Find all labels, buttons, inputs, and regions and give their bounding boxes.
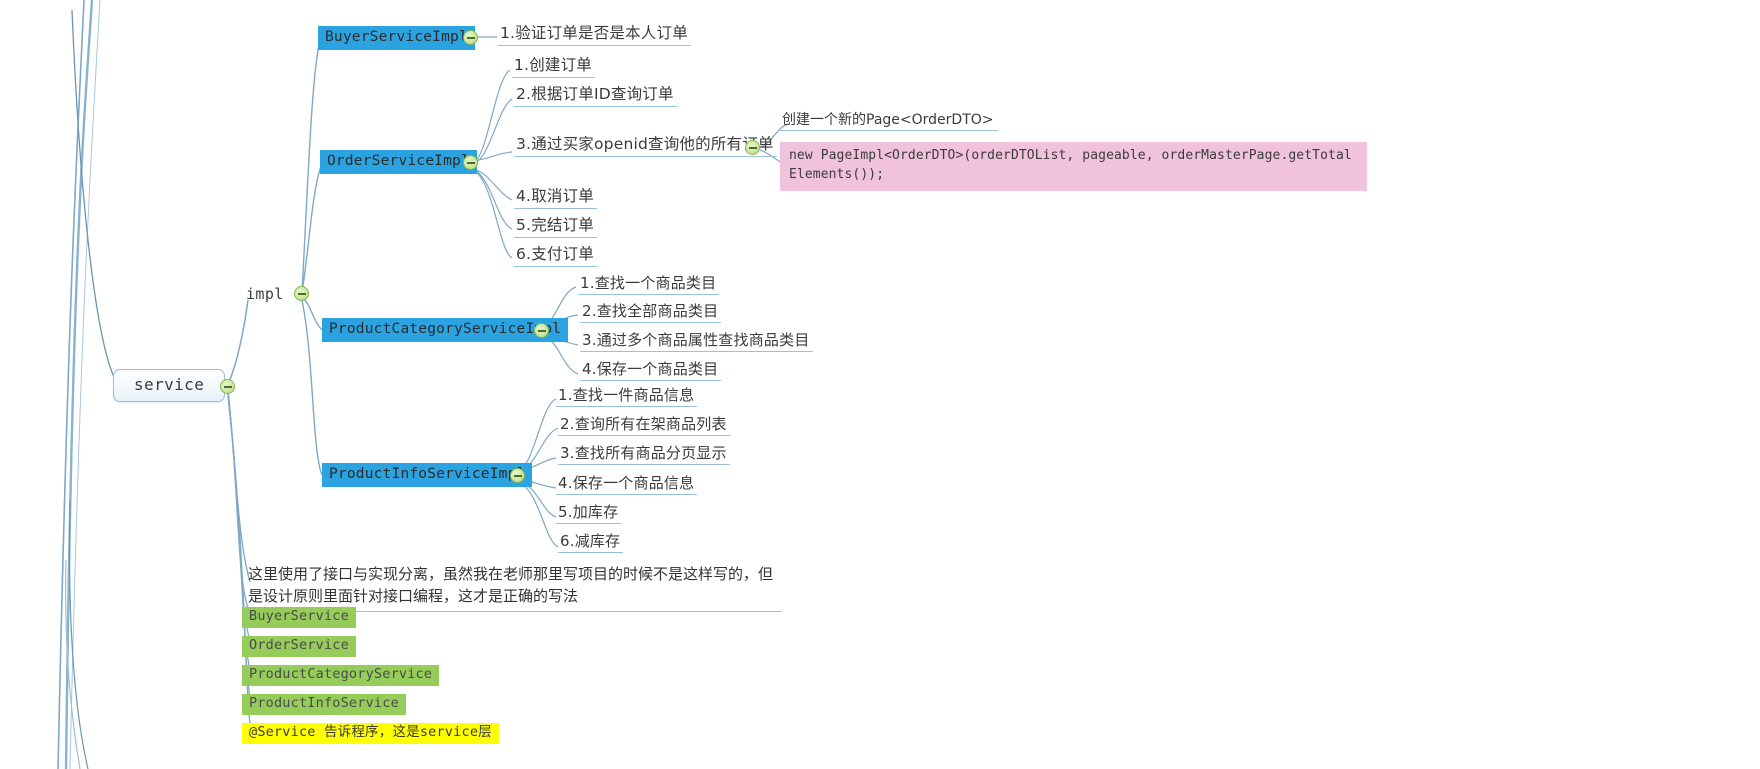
leaf-node-label: 5.完结订单 bbox=[516, 216, 594, 234]
collapse-toggle-orderserviceimpl[interactable] bbox=[463, 155, 478, 170]
interface-node-label: ProductInfoService bbox=[249, 695, 399, 711]
code-note-text: new PageImpl<OrderDTO>(orderDTOList, pag… bbox=[789, 148, 1352, 182]
leaf-node[interactable]: 5.完结订单 bbox=[514, 216, 597, 238]
annotation-node-service[interactable]: @Service 告诉程序，这是service层 bbox=[242, 723, 499, 744]
annotation-node-label: @Service 告诉程序，这是service层 bbox=[249, 724, 492, 740]
interface-node-productcategoryservice[interactable]: ProductCategoryService bbox=[242, 665, 440, 686]
leaf-node-label: 2.根据订单ID查询订单 bbox=[516, 85, 674, 103]
design-note-text: 这里使用了接口与实现分离，虽然我在老师那里写项目的时候不是这样写的，但是设计原则… bbox=[248, 565, 774, 605]
leaf-node-label: 4.保存一个商品信息 bbox=[558, 474, 695, 492]
root-node-service[interactable]: service bbox=[113, 369, 226, 402]
leaf-node[interactable]: 1.查找一个商品类目 bbox=[578, 274, 720, 295]
leaf-node-label: 4.保存一个商品类目 bbox=[582, 360, 719, 378]
leaf-node[interactable]: 2.查找全部商品类目 bbox=[580, 302, 722, 323]
mindmap-canvas: service impl BuyerServiceImpl 1.验证订单是否是本… bbox=[0, 0, 1760, 769]
leaf-node-label: 5.加库存 bbox=[558, 503, 619, 521]
leaf-node[interactable]: 6.减库存 bbox=[558, 532, 624, 553]
collapse-toggle-productcategoryserviceimpl[interactable] bbox=[534, 323, 549, 338]
leaf-node-label: 3.通过买家openid查询他的所有订单 bbox=[516, 135, 774, 153]
collapse-toggle-buyerserviceimpl[interactable] bbox=[463, 30, 478, 45]
leaf-node[interactable]: 1.查找一件商品信息 bbox=[556, 386, 698, 407]
leaf-node-label: 1.验证订单是否是本人订单 bbox=[500, 24, 688, 42]
leaf-node[interactable]: 2.根据订单ID查询订单 bbox=[514, 85, 677, 107]
leaf-node[interactable]: 2.查询所有在架商品列表 bbox=[558, 417, 730, 436]
leaf-node-label: 2.查找全部商品类目 bbox=[582, 302, 719, 320]
leaf-node[interactable]: 4.取消订单 bbox=[514, 187, 597, 209]
leaf-node[interactable]: 5.加库存 bbox=[556, 503, 622, 524]
class-node-productinfoserviceimpl[interactable]: ProductInfoServiceImpl bbox=[322, 463, 533, 487]
leaf-node[interactable]: 3.通过多个商品属性查找商品类目 bbox=[580, 333, 813, 352]
leaf-node-label: 4.取消订单 bbox=[516, 187, 594, 205]
root-node-label: service bbox=[134, 375, 205, 394]
collapse-toggle-openid-query[interactable] bbox=[745, 140, 760, 155]
leaf-node[interactable]: 4.保存一个商品类目 bbox=[580, 360, 722, 381]
interface-node-orderservice[interactable]: OrderService bbox=[242, 636, 356, 657]
code-note-block[interactable]: new PageImpl<OrderDTO>(orderDTOList, pag… bbox=[780, 142, 1367, 191]
class-node-buyerserviceimpl[interactable]: BuyerServiceImpl bbox=[318, 26, 475, 50]
leaf-node-label: 2.查询所有在架商品列表 bbox=[560, 415, 727, 433]
leaf-node[interactable]: 4.保存一个商品信息 bbox=[556, 474, 698, 495]
class-node-label: ProductInfoServiceImpl bbox=[329, 466, 526, 482]
code-note-title: 创建一个新的Page<OrderDTO> bbox=[780, 113, 998, 131]
interface-node-label: OrderService bbox=[249, 637, 349, 653]
design-note[interactable]: 这里使用了接口与实现分离，虽然我在老师那里写项目的时候不是这样写的，但是设计原则… bbox=[246, 564, 782, 612]
class-node-label: ProductCategoryServiceImpl bbox=[329, 321, 562, 337]
leaf-node[interactable]: 3.查找所有商品分页显示 bbox=[558, 446, 730, 465]
class-node-orderserviceimpl[interactable]: OrderServiceImpl bbox=[320, 150, 477, 174]
collapse-toggle-impl[interactable] bbox=[294, 286, 309, 301]
leaf-node-label: 6.支付订单 bbox=[516, 245, 594, 263]
leaf-node[interactable]: 1.创建订单 bbox=[512, 56, 595, 78]
code-note-title-label: 创建一个新的Page<OrderDTO> bbox=[782, 112, 994, 128]
class-node-label: BuyerServiceImpl bbox=[325, 29, 468, 45]
collapse-toggle-productinfoserviceimpl[interactable] bbox=[510, 468, 525, 483]
leaf-node-label: 6.减库存 bbox=[560, 532, 621, 550]
interface-node-buyerservice[interactable]: BuyerService bbox=[242, 607, 356, 628]
leaf-node[interactable]: 6.支付订单 bbox=[514, 245, 597, 267]
leaf-node-label: 1.查找一个商品类目 bbox=[580, 274, 717, 292]
leaf-node[interactable]: 3.通过买家openid查询他的所有订单 bbox=[514, 135, 777, 157]
leaf-node-label: 1.创建订单 bbox=[514, 56, 592, 74]
leaf-node-label: 3.通过多个商品属性查找商品类目 bbox=[582, 331, 810, 349]
interface-node-productinfoservice[interactable]: ProductInfoService bbox=[242, 694, 406, 715]
leaf-node-label: 1.查找一件商品信息 bbox=[558, 386, 695, 404]
class-node-label: OrderServiceImpl bbox=[327, 153, 470, 169]
leaf-node-label: 3.查找所有商品分页显示 bbox=[560, 444, 727, 462]
branch-node-impl[interactable]: impl bbox=[246, 287, 284, 302]
leaf-node[interactable]: 1.验证订单是否是本人订单 bbox=[498, 24, 691, 46]
interface-node-label: ProductCategoryService bbox=[249, 666, 433, 682]
collapse-toggle-service[interactable] bbox=[220, 379, 235, 394]
interface-node-label: BuyerService bbox=[249, 608, 349, 624]
branch-node-impl-label: impl bbox=[246, 285, 284, 303]
class-node-productcategoryserviceimpl[interactable]: ProductCategoryServiceImpl bbox=[322, 318, 569, 342]
